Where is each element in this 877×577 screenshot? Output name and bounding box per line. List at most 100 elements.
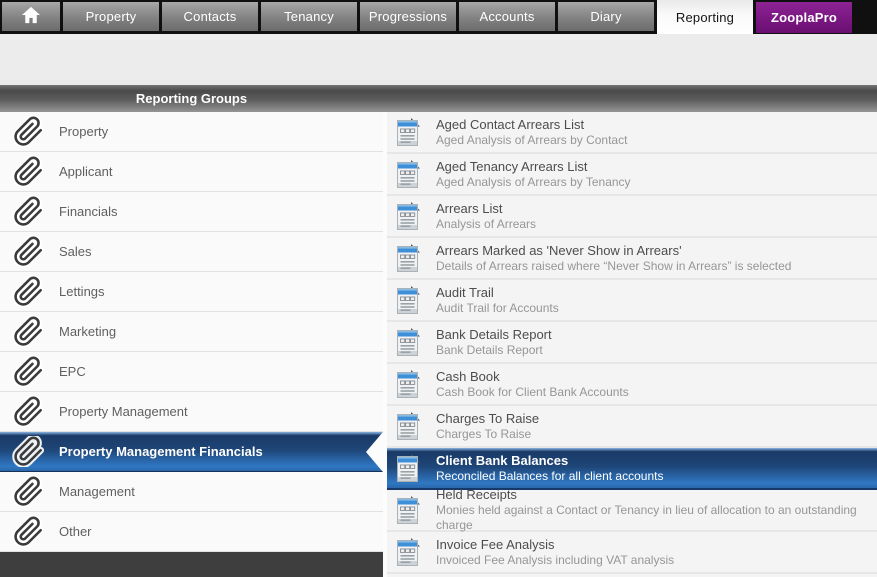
report-document-icon [395, 201, 422, 231]
report-item[interactable]: Bank Details Report Bank Details Report [387, 322, 877, 364]
tab-label: Tenancy [284, 9, 334, 24]
home-icon [21, 6, 41, 27]
report-title: Aged Contact Arrears List [436, 116, 585, 132]
report-document-icon [395, 495, 422, 525]
paperclip-icon [10, 276, 47, 307]
paperclip-icon [10, 436, 47, 467]
tab-home[interactable] [2, 2, 60, 31]
report-item[interactable]: Client Bank Balances Reconciled Balances… [387, 448, 877, 490]
reporting-group-label: Applicant [59, 164, 113, 179]
report-item[interactable]: Charges To Raise Charges To Raise [387, 406, 877, 448]
reporting-groups-header: Reporting Groups [135, 91, 248, 106]
report-document-icon [395, 243, 422, 273]
reporting-group-label: Financials [59, 204, 118, 219]
tab-diary[interactable]: Diary [558, 2, 654, 31]
report-description: Monies held against a Contact or Tenancy… [436, 503, 857, 532]
reporting-group-label: Marketing [59, 324, 117, 339]
tab-label: Accounts [479, 9, 535, 24]
paperclip-icon [10, 116, 47, 147]
report-description: Details of Arrears raised where “Never S… [436, 258, 792, 273]
application-window: Property Contacts Tenancy Progressions Accou… [0, 0, 877, 577]
tab-progressions[interactable]: Progressions [360, 2, 456, 31]
paperclip-icon [10, 236, 47, 267]
report-item[interactable]: Cash Book Cash Book for Client Bank Acco… [387, 364, 877, 406]
report-description: Aged Analysis of Arrears by Tenancy [436, 174, 631, 189]
selected-group-arrow-notch [366, 431, 383, 472]
tab-label: Reporting [675, 9, 735, 25]
report-document-icon [395, 327, 422, 357]
report-document-icon [395, 117, 422, 147]
tab-property[interactable]: Property [63, 2, 159, 31]
reporting-group-item[interactable]: Other [0, 512, 383, 552]
report-description: Bank Details Report [436, 342, 543, 357]
report-description: Charges To Raise [436, 426, 532, 441]
reporting-group-label: Property Management [59, 404, 188, 419]
reporting-group-label: Lettings [59, 284, 105, 299]
paperclip-icon [10, 356, 47, 387]
report-document-icon [395, 369, 422, 399]
tab-label: Progressions [368, 9, 448, 24]
reports-list-panel: Aged Contact Arrears List Aged Analysis … [387, 112, 877, 577]
report-item[interactable]: Aged Tenancy Arrears List Aged Analysis … [387, 154, 877, 196]
report-title: Arrears List [436, 200, 503, 216]
report-document-icon [395, 453, 422, 483]
paperclip-icon [10, 396, 47, 427]
tab-zooplapro[interactable]: ZooplaPro [756, 2, 852, 33]
reporting-group-label: EPC [59, 364, 86, 379]
reporting-group-item[interactable]: EPC [0, 352, 383, 392]
paperclip-icon [10, 316, 47, 347]
report-description: Analysis of Arrears [436, 216, 537, 231]
report-document-icon [395, 159, 422, 189]
report-title: Cash Book [436, 368, 500, 384]
report-title: Arrears Marked as 'Never Show in Arrears… [436, 242, 682, 258]
report-item[interactable]: Arrears Marked as 'Never Show in Arrears… [387, 238, 877, 280]
reporting-group-label: Management [59, 484, 135, 499]
report-title: Client Bank Balances [436, 452, 569, 468]
report-title: Charges To Raise [436, 410, 540, 426]
reporting-group-item[interactable]: Marketing [0, 312, 383, 352]
tab-reporting[interactable]: Reporting [657, 0, 753, 34]
tab-label: Property [85, 9, 137, 24]
report-document-icon [395, 285, 422, 315]
tab-label: Diary [590, 9, 622, 24]
reporting-group-item[interactable]: Applicant [0, 152, 383, 192]
reporting-group-item[interactable]: Property Management Financials [0, 431, 383, 472]
report-document-icon [395, 537, 422, 567]
tab-contacts[interactable]: Contacts [162, 2, 258, 31]
report-item[interactable]: Arrears List Analysis of Arrears [387, 196, 877, 238]
reporting-group-item[interactable]: Lettings [0, 272, 383, 312]
panel-header-bar: Reporting Groups [0, 85, 877, 112]
paperclip-icon [10, 516, 47, 547]
report-title: Aged Tenancy Arrears List [436, 158, 588, 174]
tab-label: Contacts [183, 9, 237, 24]
tab-label: ZooplaPro [770, 10, 838, 25]
reporting-groups-panel: Property Applicant Financials Sales Lett… [0, 112, 383, 577]
report-title: Held Receipts [436, 487, 517, 502]
report-description: Cash Book for Client Bank Accounts [436, 384, 629, 399]
reporting-group-label: Sales [59, 244, 92, 259]
report-title: Audit Trail [436, 284, 494, 300]
report-description: Invoiced Fee Analysis including VAT anal… [436, 552, 675, 567]
report-description: Reconciled Balances for all client accou… [436, 468, 664, 483]
report-item[interactable]: Invoice Fee Analysis Invoiced Fee Analys… [387, 532, 877, 574]
tab-accounts[interactable]: Accounts [459, 2, 555, 31]
reporting-group-item[interactable]: Property [0, 112, 383, 152]
report-item[interactable]: Audit Trail Audit Trail for Accounts [387, 280, 877, 322]
reporting-group-label: Other [59, 524, 92, 539]
report-title: Bank Details Report [436, 326, 552, 342]
tab-tenancy[interactable]: Tenancy [261, 2, 357, 31]
reporting-group-label: Property [59, 124, 109, 139]
report-description: Audit Trail for Accounts [436, 300, 559, 315]
report-item[interactable]: Held Receipts Monies held against a Cont… [387, 487, 877, 532]
report-item[interactable]: Aged Contact Arrears List Aged Analysis … [387, 112, 877, 154]
paperclip-icon [10, 196, 47, 227]
reporting-group-item[interactable]: Management [0, 472, 383, 512]
paperclip-icon [10, 476, 47, 507]
reporting-group-item[interactable]: Financials [0, 192, 383, 232]
reporting-group-label: Property Management Financials [59, 444, 263, 459]
paperclip-icon [10, 156, 47, 187]
navbar: Property Contacts Tenancy Progressions Accou… [0, 0, 877, 34]
reporting-group-item[interactable]: Sales [0, 232, 383, 272]
report-document-icon [395, 411, 422, 441]
reporting-group-item[interactable]: Property Management [0, 392, 383, 432]
